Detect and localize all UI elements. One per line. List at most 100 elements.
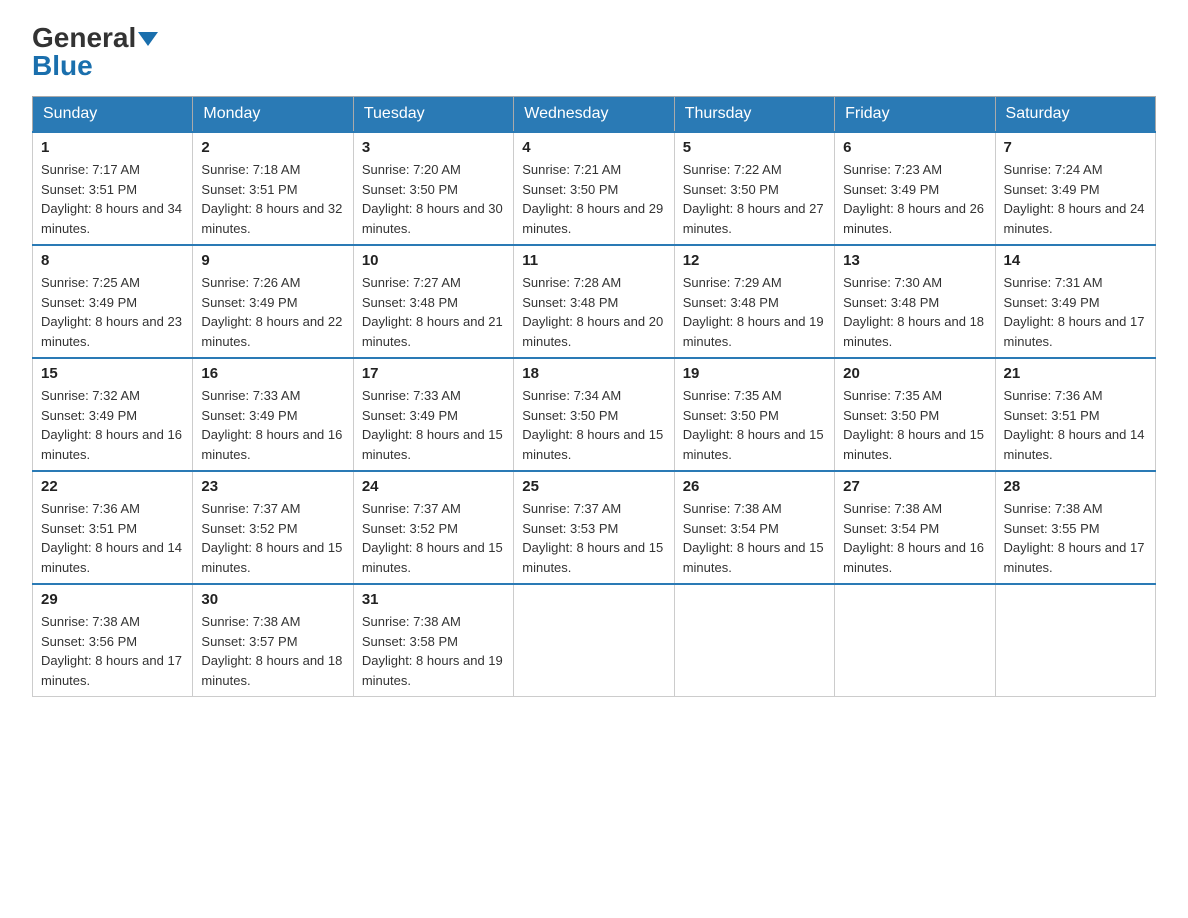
weekday-header-row: SundayMondayTuesdayWednesdayThursdayFrid… [33,97,1156,133]
day-info: Sunrise: 7:18 AMSunset: 3:51 PMDaylight:… [201,162,342,236]
day-cell: 13Sunrise: 7:30 AMSunset: 3:48 PMDayligh… [835,245,995,358]
day-number: 20 [843,365,986,382]
day-cell: 16Sunrise: 7:33 AMSunset: 3:49 PMDayligh… [193,358,353,471]
weekday-header-monday: Monday [193,97,353,133]
day-info: Sunrise: 7:37 AMSunset: 3:53 PMDaylight:… [522,501,663,575]
day-info: Sunrise: 7:38 AMSunset: 3:57 PMDaylight:… [201,614,342,688]
day-number: 19 [683,365,826,382]
logo-general-text: General [32,22,136,53]
day-cell: 30 Sunrise: 7:38 AMSunset: 3:57 PMDayligh… [193,584,353,697]
day-cell: 28Sunrise: 7:38 AMSunset: 3:55 PMDayligh… [995,471,1155,584]
weekday-header-sunday: Sunday [33,97,193,133]
day-info: Sunrise: 7:35 AMSunset: 3:50 PMDaylight:… [683,388,824,462]
day-number: 14 [1004,252,1147,269]
day-cell: 6 Sunrise: 7:23 AMSunset: 3:49 PMDaylight… [835,132,995,245]
day-cell: 31 Sunrise: 7:38 AMSunset: 3:58 PMDayligh… [353,584,513,697]
day-cell: 4 Sunrise: 7:21 AMSunset: 3:50 PMDaylight… [514,132,674,245]
day-cell: 1Sunrise: 7:17 AMSunset: 3:51 PMDaylight… [33,132,193,245]
day-cell: 2 Sunrise: 7:18 AMSunset: 3:51 PMDaylight… [193,132,353,245]
day-info: Sunrise: 7:26 AMSunset: 3:49 PMDaylight:… [201,275,342,349]
day-info: Sunrise: 7:29 AMSunset: 3:48 PMDaylight:… [683,275,824,349]
day-info: Sunrise: 7:24 AMSunset: 3:49 PMDaylight:… [1004,162,1145,236]
day-cell: 17 Sunrise: 7:33 AMSunset: 3:49 PMDayligh… [353,358,513,471]
day-cell [514,584,674,697]
day-cell: 8Sunrise: 7:25 AMSunset: 3:49 PMDaylight… [33,245,193,358]
day-cell: 25 Sunrise: 7:37 AMSunset: 3:53 PMDayligh… [514,471,674,584]
day-info: Sunrise: 7:31 AMSunset: 3:49 PMDaylight:… [1004,275,1145,349]
day-cell [835,584,995,697]
weekday-header-friday: Friday [835,97,995,133]
day-info: Sunrise: 7:20 AMSunset: 3:50 PMDaylight:… [362,162,503,236]
day-cell: 10Sunrise: 7:27 AMSunset: 3:48 PMDayligh… [353,245,513,358]
day-number: 5 [683,139,826,156]
logo-triangle-icon [138,32,158,46]
day-number: 13 [843,252,986,269]
day-info: Sunrise: 7:36 AMSunset: 3:51 PMDaylight:… [1004,388,1145,462]
day-number: 22 [41,478,184,495]
day-cell: 22Sunrise: 7:36 AMSunset: 3:51 PMDayligh… [33,471,193,584]
day-info: Sunrise: 7:37 AMSunset: 3:52 PMDaylight:… [201,501,342,575]
day-cell: 7 Sunrise: 7:24 AMSunset: 3:49 PMDaylight… [995,132,1155,245]
day-number: 12 [683,252,826,269]
day-cell: 23Sunrise: 7:37 AMSunset: 3:52 PMDayligh… [193,471,353,584]
day-info: Sunrise: 7:23 AMSunset: 3:49 PMDaylight:… [843,162,984,236]
day-number: 25 [522,478,665,495]
day-number: 11 [522,252,665,269]
day-info: Sunrise: 7:28 AMSunset: 3:48 PMDaylight:… [522,275,663,349]
weekday-header-saturday: Saturday [995,97,1155,133]
day-number: 9 [201,252,344,269]
day-number: 26 [683,478,826,495]
day-info: Sunrise: 7:38 AMSunset: 3:55 PMDaylight:… [1004,501,1145,575]
day-info: Sunrise: 7:34 AMSunset: 3:50 PMDaylight:… [522,388,663,462]
day-cell: 24Sunrise: 7:37 AMSunset: 3:52 PMDayligh… [353,471,513,584]
logo-blue-line: Blue [32,52,93,80]
week-row-3: 15 Sunrise: 7:32 AMSunset: 3:49 PMDayligh… [33,358,1156,471]
day-cell: 18Sunrise: 7:34 AMSunset: 3:50 PMDayligh… [514,358,674,471]
day-number: 6 [843,139,986,156]
day-cell: 26Sunrise: 7:38 AMSunset: 3:54 PMDayligh… [674,471,834,584]
week-row-4: 22Sunrise: 7:36 AMSunset: 3:51 PMDayligh… [33,471,1156,584]
day-info: Sunrise: 7:33 AMSunset: 3:49 PMDaylight:… [362,388,503,462]
day-cell [995,584,1155,697]
day-info: Sunrise: 7:25 AMSunset: 3:49 PMDaylight:… [41,275,182,349]
day-cell: 9 Sunrise: 7:26 AMSunset: 3:49 PMDaylight… [193,245,353,358]
logo-general-line: General [32,24,158,52]
day-number: 29 [41,591,184,608]
day-number: 30 [201,591,344,608]
day-info: Sunrise: 7:38 AMSunset: 3:58 PMDaylight:… [362,614,503,688]
day-number: 15 [41,365,184,382]
day-cell: 12 Sunrise: 7:29 AMSunset: 3:48 PMDayligh… [674,245,834,358]
day-number: 3 [362,139,505,156]
day-info: Sunrise: 7:38 AMSunset: 3:56 PMDaylight:… [41,614,182,688]
day-number: 17 [362,365,505,382]
day-cell: 19 Sunrise: 7:35 AMSunset: 3:50 PMDayligh… [674,358,834,471]
day-cell: 21 Sunrise: 7:36 AMSunset: 3:51 PMDayligh… [995,358,1155,471]
day-number: 31 [362,591,505,608]
day-cell: 15 Sunrise: 7:32 AMSunset: 3:49 PMDayligh… [33,358,193,471]
day-info: Sunrise: 7:22 AMSunset: 3:50 PMDaylight:… [683,162,824,236]
day-info: Sunrise: 7:21 AMSunset: 3:50 PMDaylight:… [522,162,663,236]
day-number: 27 [843,478,986,495]
day-info: Sunrise: 7:27 AMSunset: 3:48 PMDaylight:… [362,275,503,349]
day-info: Sunrise: 7:32 AMSunset: 3:49 PMDaylight:… [41,388,182,462]
weekday-header-thursday: Thursday [674,97,834,133]
day-cell: 11 Sunrise: 7:28 AMSunset: 3:48 PMDayligh… [514,245,674,358]
day-info: Sunrise: 7:37 AMSunset: 3:52 PMDaylight:… [362,501,503,575]
week-row-5: 29 Sunrise: 7:38 AMSunset: 3:56 PMDayligh… [33,584,1156,697]
logo: General Blue [32,24,158,80]
day-cell [674,584,834,697]
page-header: General Blue [32,24,1156,80]
day-number: 4 [522,139,665,156]
day-cell: 3 Sunrise: 7:20 AMSunset: 3:50 PMDaylight… [353,132,513,245]
day-cell: 27 Sunrise: 7:38 AMSunset: 3:54 PMDayligh… [835,471,995,584]
day-number: 7 [1004,139,1147,156]
day-number: 21 [1004,365,1147,382]
day-info: Sunrise: 7:35 AMSunset: 3:50 PMDaylight:… [843,388,984,462]
calendar-table: SundayMondayTuesdayWednesdayThursdayFrid… [32,96,1156,697]
day-cell: 14 Sunrise: 7:31 AMSunset: 3:49 PMDayligh… [995,245,1155,358]
day-number: 1 [41,139,184,156]
day-cell: 20 Sunrise: 7:35 AMSunset: 3:50 PMDayligh… [835,358,995,471]
day-info: Sunrise: 7:38 AMSunset: 3:54 PMDaylight:… [843,501,984,575]
day-number: 2 [201,139,344,156]
week-row-2: 8Sunrise: 7:25 AMSunset: 3:49 PMDaylight… [33,245,1156,358]
